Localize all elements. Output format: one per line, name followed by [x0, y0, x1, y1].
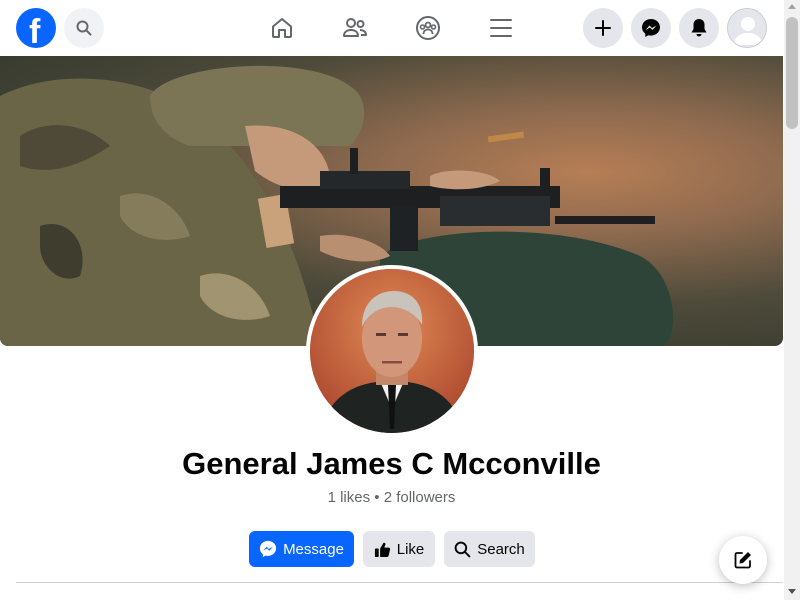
- create-button[interactable]: [583, 8, 623, 48]
- like-button[interactable]: Like: [363, 531, 435, 567]
- messenger-icon: [642, 19, 660, 37]
- nav-friends[interactable]: [339, 12, 371, 44]
- nav-menu[interactable]: [485, 12, 517, 44]
- message-button[interactable]: Message: [249, 531, 354, 567]
- friends-icon: [343, 18, 367, 37]
- messenger-icon: [259, 540, 277, 558]
- page-title: General James C Mcconville: [182, 446, 601, 481]
- top-navigation-bar: f: [0, 0, 784, 56]
- likes-followers-count: 1 likes • 2 followers: [327, 489, 456, 506]
- search-button-label: Search: [477, 540, 525, 558]
- section-divider: [16, 582, 783, 583]
- account-avatar-button[interactable]: [727, 8, 767, 48]
- search-icon: [76, 20, 92, 36]
- profile-picture[interactable]: [306, 265, 478, 437]
- message-button-label: Message: [283, 540, 344, 558]
- compose-icon: [734, 552, 751, 569]
- scroll-down-arrow[interactable]: [788, 589, 796, 594]
- thumbs-up-icon: [374, 542, 390, 557]
- scroll-up-arrow[interactable]: [788, 4, 796, 9]
- new-message-button[interactable]: [719, 536, 767, 584]
- scrollbar-thumb[interactable]: [786, 17, 798, 129]
- nav-groups[interactable]: [412, 12, 444, 44]
- profile-portrait: [310, 269, 474, 433]
- avatar-icon: [728, 9, 766, 47]
- home-icon: [272, 18, 292, 38]
- bell-icon: [691, 19, 707, 37]
- notifications-button[interactable]: [679, 8, 719, 48]
- search-button[interactable]: [64, 8, 104, 48]
- like-button-label: Like: [396, 540, 425, 558]
- plus-icon: [595, 20, 611, 36]
- menu-icon: [490, 19, 512, 37]
- nav-home[interactable]: [266, 12, 298, 44]
- groups-icon: [416, 16, 440, 40]
- facebook-logo[interactable]: f: [16, 8, 56, 48]
- search-icon: [454, 541, 471, 557]
- search-profile-button[interactable]: Search: [444, 531, 535, 567]
- messenger-button[interactable]: [631, 8, 671, 48]
